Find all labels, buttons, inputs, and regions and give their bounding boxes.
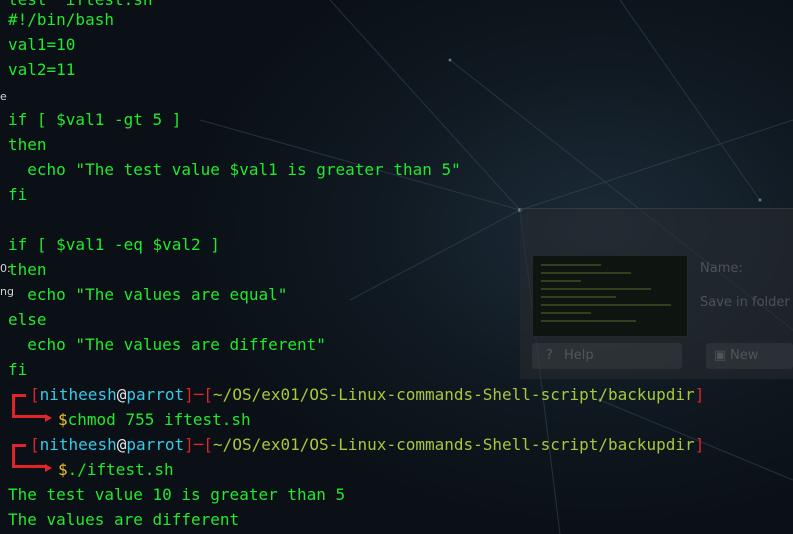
- script-line: fi: [8, 185, 28, 204]
- script-line: fi: [8, 360, 28, 379]
- prompt-path: ~/OS/ex01/OS-Linux-commands-Shell-script…: [213, 385, 695, 404]
- script-line: #!/bin/bash: [8, 10, 114, 29]
- prompt-host: parrot: [126, 435, 185, 454]
- prompt-header-1: [nitheesh@parrot]─[~/OS/ex01/OS-Linux-co…: [30, 385, 705, 404]
- script-line: if [ $val1 -eq $val2 ]: [8, 235, 220, 254]
- script-line: val2=11: [8, 60, 76, 79]
- prompt-header-2: [nitheesh@parrot]─[~/OS/ex01/OS-Linux-co…: [30, 435, 705, 454]
- prompt-frame-top-2: [12, 444, 26, 447]
- command-text: chmod 755 iftest.sh: [67, 410, 251, 429]
- prompt-host: parrot: [126, 385, 185, 404]
- prompt-arrow-2: [45, 464, 52, 472]
- script-line: echo "The test value $val1 is greater th…: [8, 160, 461, 179]
- program-output-line: The test value 10 is greater than 5: [8, 485, 346, 504]
- command-text: ./iftest.sh: [67, 460, 174, 479]
- script-line: else: [8, 310, 47, 329]
- script-line: val1=10: [8, 35, 76, 54]
- prompt-frame-top-1: [12, 394, 26, 397]
- prompt-frame-bottom-1: [12, 415, 46, 418]
- script-line: then: [8, 260, 47, 279]
- script-line: echo "The values are equal": [8, 285, 288, 304]
- terminal-output[interactable]: test iftest.sh #!/bin/bash val1=10 val2=…: [0, 0, 793, 534]
- prompt-arrow-1: [45, 414, 52, 422]
- prompt-frame-bottom-2: [12, 465, 46, 468]
- prompt-user: nitheesh: [39, 385, 117, 404]
- program-output-line: The values are different: [8, 510, 240, 529]
- script-line: then: [8, 135, 47, 154]
- script-line: if [ $val1 -gt 5 ]: [8, 110, 182, 129]
- prompt-path: ~/OS/ex01/OS-Linux-commands-Shell-script…: [213, 435, 695, 454]
- script-line: echo "The values are different": [8, 335, 326, 354]
- prompt-command-1: $chmod 755 iftest.sh: [58, 410, 251, 429]
- prompt-user: nitheesh: [39, 435, 117, 454]
- prompt-command-2: $./iftest.sh: [58, 460, 174, 479]
